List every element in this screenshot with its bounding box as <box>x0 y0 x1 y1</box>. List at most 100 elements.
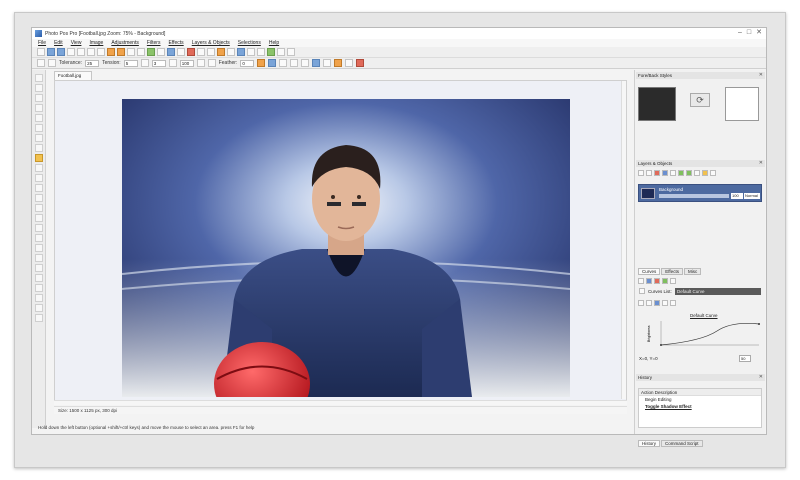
menu-help[interactable]: Help <box>269 40 279 46</box>
pen-tool-icon[interactable] <box>35 144 43 152</box>
save-icon[interactable] <box>57 48 65 56</box>
lasso-tool-icon[interactable] <box>35 104 43 112</box>
brush-tool-icon[interactable] <box>35 184 43 192</box>
red-eye-icon[interactable] <box>187 48 195 56</box>
layer-mask-icon[interactable] <box>694 170 700 176</box>
feather-input[interactable]: 0 <box>240 59 255 67</box>
menu-filters[interactable]: Filters <box>147 40 161 46</box>
shape-tool-icon[interactable] <box>35 174 43 182</box>
menu-adjustments[interactable]: Adjustments <box>111 40 139 46</box>
maximize-button[interactable]: □ <box>747 29 751 37</box>
burn-tool-icon[interactable] <box>35 264 43 272</box>
tab-curves[interactable]: Curves <box>638 268 661 275</box>
duplicate-layer-icon[interactable] <box>646 170 652 176</box>
cut-icon[interactable] <box>77 48 85 56</box>
curves-list-select[interactable]: Default Curve <box>675 288 761 295</box>
menu-view[interactable]: View <box>71 40 82 46</box>
gradient-tool-icon[interactable] <box>35 224 43 232</box>
option-icon-b[interactable] <box>168 59 177 67</box>
tab-history[interactable]: History <box>638 440 661 447</box>
channel-icon-a[interactable] <box>638 300 644 306</box>
foreground-style-swatch[interactable] <box>638 87 676 121</box>
channel-icon-d[interactable] <box>662 300 668 306</box>
magic-wand-tool-icon[interactable] <box>35 114 43 122</box>
curve-delete-icon[interactable] <box>654 278 660 284</box>
rotate-icon[interactable] <box>157 48 165 56</box>
tab-effects[interactable]: Effects <box>661 268 683 275</box>
horizontal-scrollbar[interactable] <box>54 400 627 405</box>
layer-opacity-slider[interactable] <box>659 194 729 198</box>
redo-icon[interactable] <box>117 48 125 56</box>
tab-command-script[interactable]: Command Script <box>661 440 703 447</box>
curve-reset-icon[interactable] <box>670 278 676 284</box>
option-icon-n[interactable] <box>356 59 365 67</box>
selection-add-icon[interactable] <box>48 59 56 67</box>
tension-input[interactable]: 5 <box>123 59 138 67</box>
move-tool-icon[interactable] <box>35 74 43 82</box>
text-icon[interactable] <box>257 48 265 56</box>
tolerance-input[interactable]: 25 <box>85 59 100 67</box>
option-icon-j[interactable] <box>312 59 321 67</box>
menu-effects[interactable]: Effects <box>168 40 183 46</box>
merge-layer-icon[interactable] <box>670 170 676 176</box>
layer-lock-icon[interactable] <box>710 170 716 176</box>
hand-tool-icon[interactable] <box>35 294 43 302</box>
smudge-tool-icon[interactable] <box>35 284 43 292</box>
crop-icon[interactable] <box>147 48 155 56</box>
option-icon-e[interactable] <box>257 59 266 67</box>
print-icon[interactable] <box>67 48 75 56</box>
zoom-tool-icon[interactable] <box>35 84 43 92</box>
layer-mode-select[interactable]: Normal <box>744 193 760 199</box>
red-eye-tool-icon[interactable] <box>35 274 43 282</box>
menu-selections[interactable]: Selections <box>238 40 261 46</box>
eraser-tool-icon[interactable] <box>35 204 43 212</box>
color-swap-icon[interactable] <box>35 304 43 312</box>
option-icon-l[interactable] <box>334 59 343 67</box>
vertical-scrollbar[interactable] <box>621 81 626 399</box>
copy-icon[interactable] <box>87 48 95 56</box>
option-icon-g[interactable] <box>279 59 288 67</box>
flip-icon[interactable] <box>177 48 185 56</box>
clone-tool-icon[interactable] <box>35 194 43 202</box>
histogram-icon[interactable] <box>227 48 235 56</box>
effects-icon[interactable] <box>267 48 275 56</box>
selection-mode-icon[interactable] <box>37 59 45 67</box>
active-selection-tool-icon[interactable] <box>35 154 43 162</box>
eyedropper-tool-icon[interactable] <box>35 134 43 142</box>
layer-up-icon[interactable] <box>678 170 684 176</box>
curve-graph[interactable]: Brightness <box>647 319 761 349</box>
curve-io-input[interactable]: 50 <box>739 355 751 362</box>
option-icon-k[interactable] <box>323 59 332 67</box>
new-layer-icon[interactable] <box>638 170 644 176</box>
curve-line[interactable] <box>660 322 760 346</box>
layer-opacity-input[interactable]: 100 <box>731 193 743 199</box>
document-tab[interactable]: Football.jpg <box>54 71 92 80</box>
zoom-out-icon[interactable] <box>137 48 145 56</box>
canvas-area[interactable] <box>54 80 627 405</box>
option-icon-i[interactable] <box>301 59 310 67</box>
brush-icon[interactable] <box>217 48 225 56</box>
swap-styles-icon[interactable]: ⟳ <box>690 93 710 107</box>
channel-icon-b[interactable] <box>646 300 652 306</box>
tab-misc[interactable]: Misc <box>683 268 702 275</box>
curve-save-icon[interactable] <box>638 278 644 284</box>
history-item[interactable]: Toggle Shadow Effect <box>639 403 761 410</box>
zoom-in-icon[interactable] <box>127 48 135 56</box>
layer-effects-icon[interactable] <box>702 170 708 176</box>
ruler-icon[interactable] <box>207 48 215 56</box>
open-file-icon[interactable] <box>47 48 55 56</box>
curve-point[interactable] <box>660 344 662 346</box>
channel-icon-c[interactable] <box>654 300 660 306</box>
text-tool-icon[interactable] <box>35 164 43 172</box>
option-icon-c[interactable] <box>196 59 205 67</box>
option-icon-h[interactable] <box>290 59 299 67</box>
panel-close-icon[interactable]: ✕ <box>759 374 763 381</box>
grid-icon[interactable] <box>197 48 205 56</box>
curve-point[interactable] <box>758 323 760 325</box>
layer-row-background[interactable]: Background 100 Normal <box>638 184 762 202</box>
option-icon-a[interactable] <box>140 59 149 67</box>
minimize-button[interactable]: – <box>738 29 742 37</box>
foreground-color-icon[interactable] <box>35 314 43 322</box>
sharpen-tool-icon[interactable] <box>35 244 43 252</box>
history-item[interactable]: Begin Editing <box>639 396 761 403</box>
